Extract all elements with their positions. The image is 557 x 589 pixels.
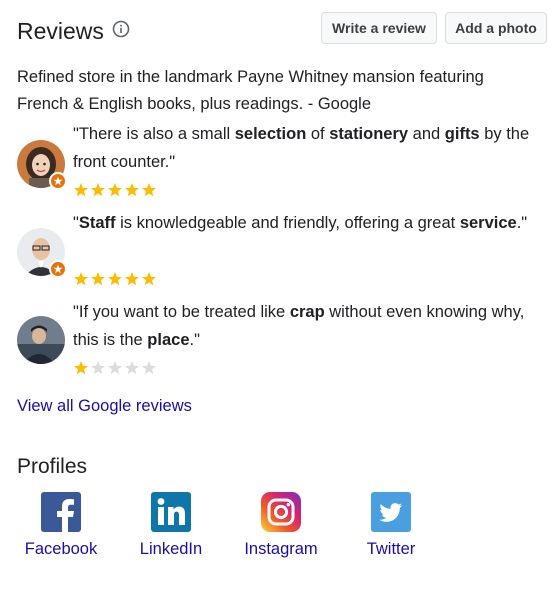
profile-label: Instagram (244, 540, 318, 558)
star-filled-icon (74, 183, 88, 197)
star-empty-icon (142, 361, 156, 375)
star-filled-icon (142, 272, 156, 286)
user-avatar-man (17, 316, 65, 364)
reviewer-avatar[interactable] (17, 228, 67, 278)
twitter-icon (371, 492, 411, 532)
facebook-icon (41, 492, 81, 532)
star-rating (73, 271, 157, 287)
star-filled-icon (108, 183, 122, 197)
star-filled-icon (125, 272, 139, 286)
star-filled-icon (125, 183, 139, 197)
star-filled-icon (74, 361, 88, 375)
reviewer-avatar[interactable] (17, 140, 67, 190)
local-guide-badge-icon (49, 260, 67, 278)
profile-twitter[interactable]: Twitter (341, 492, 441, 559)
profile-label: Facebook (24, 540, 98, 558)
star-filled-icon (74, 272, 88, 286)
profile-instagram[interactable]: Instagram (231, 492, 331, 559)
write-review-button[interactable]: Write a review (321, 12, 437, 44)
reviews-header: Reviews Write a review Add a photo (17, 10, 547, 50)
profile-label: LinkedIn (139, 540, 203, 558)
instagram-icon (261, 492, 301, 532)
star-rating (73, 182, 157, 198)
profile-linkedin[interactable]: LinkedIn (121, 492, 221, 559)
review-text: "There is also a small selection of stat… (73, 125, 530, 171)
reviewer-avatar[interactable] (17, 316, 65, 364)
star-rating (73, 360, 157, 376)
review-text: "Staff is knowledgeable and friendly, of… (73, 214, 528, 232)
review-text: "If you want to be treated like crap wit… (73, 303, 525, 349)
profile-facebook[interactable]: Facebook (11, 492, 111, 559)
star-filled-icon (91, 183, 105, 197)
star-filled-icon (108, 272, 122, 286)
profile-label: Twitter (366, 540, 416, 558)
reviews-title: Reviews (17, 18, 104, 44)
star-empty-icon (91, 361, 105, 375)
place-description: Refined store in the landmark Payne Whit… (17, 68, 484, 113)
star-empty-icon (125, 361, 139, 375)
profiles-title: Profiles (17, 455, 88, 478)
star-filled-icon (142, 183, 156, 197)
add-photo-button[interactable]: Add a photo (445, 12, 547, 44)
local-guide-badge-icon (49, 172, 67, 190)
info-circle-icon[interactable] (112, 20, 130, 38)
star-filled-icon (91, 272, 105, 286)
linkedin-icon (151, 492, 191, 532)
view-all-reviews-link[interactable]: View all Google reviews (17, 397, 192, 416)
star-empty-icon (108, 361, 122, 375)
